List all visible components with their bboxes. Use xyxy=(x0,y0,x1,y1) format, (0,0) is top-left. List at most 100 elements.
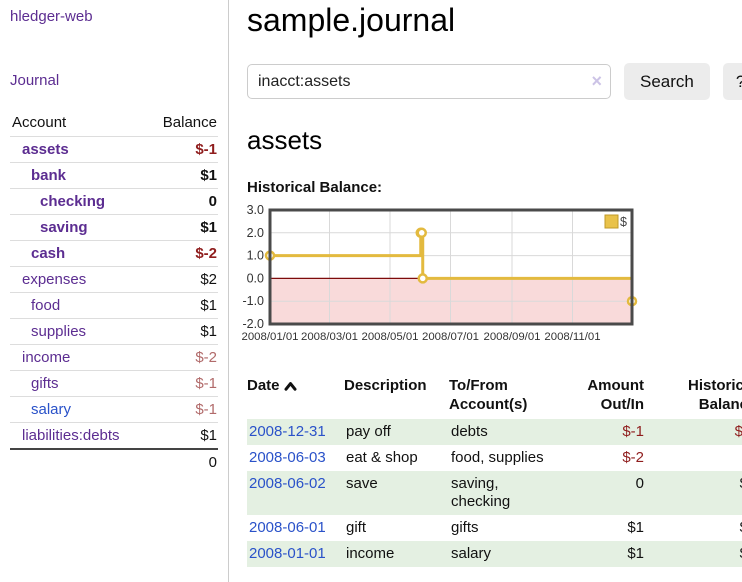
account-link[interactable]: expenses xyxy=(22,271,86,288)
account-balance: $-1 xyxy=(147,137,218,163)
app-window: hledger-web Journal Account Balance asse… xyxy=(0,0,742,582)
data-point-marker xyxy=(418,229,426,237)
register-header-4: Amount Out/In xyxy=(561,373,646,419)
accounts-total: 0 xyxy=(147,449,218,475)
account-row: bank $1 xyxy=(10,163,218,189)
register-date-link[interactable]: 2008-06-01 xyxy=(249,519,326,536)
account-balance: $1 xyxy=(147,215,218,241)
account-link[interactable]: supplies xyxy=(31,323,86,340)
register-accounts: salary xyxy=(449,541,561,567)
account-link[interactable]: gifts xyxy=(31,375,59,392)
account-balance: $-2 xyxy=(147,241,218,267)
register-header-5: Historical Balance xyxy=(646,373,742,419)
accounts-table-body: assets$-1bank$1checking0saving$1cash$-2e… xyxy=(10,137,218,450)
search-input[interactable] xyxy=(247,64,611,99)
account-link[interactable]: cash xyxy=(31,245,65,262)
register-accounts: debts xyxy=(449,419,561,445)
register-amount: $1 xyxy=(561,541,646,567)
account-link[interactable]: checking xyxy=(40,193,105,210)
register-balance: $-1 xyxy=(646,419,742,445)
account-link[interactable]: food xyxy=(31,297,60,314)
account-balance: $1 xyxy=(147,319,218,345)
account-link[interactable]: salary xyxy=(31,401,71,418)
brand-link[interactable]: hledger-web xyxy=(10,8,93,25)
accounts-table: Account Balance assets $-1 bank $1 checking 0… xyxy=(10,110,218,475)
register-row: 2008-12-31pay offdebts$-1$-1 xyxy=(247,419,742,445)
register-row: 2008-06-01giftgifts$1$2 xyxy=(247,515,742,541)
account-link[interactable]: liabilities:debts xyxy=(22,427,120,444)
account-balance: $1 xyxy=(147,163,218,189)
accounts-total-row: 0 xyxy=(10,449,218,475)
main-content: sample.journal × Search ? assets Histori… xyxy=(229,0,742,582)
search-button[interactable]: Search xyxy=(624,63,710,100)
register-row: 2008-06-02 savesaving, checking0$2 xyxy=(247,471,742,515)
accounts-total-spacer xyxy=(10,449,147,475)
register-accounts: gifts xyxy=(449,515,561,541)
x-tick-label: 2008/11/01 xyxy=(544,331,600,343)
y-tick-label: 3.0 xyxy=(247,203,264,217)
nav-journal: Journal xyxy=(10,72,218,89)
account-row: gifts $-1 xyxy=(10,371,218,397)
legend-swatch xyxy=(605,215,618,228)
balance-chart-svg: $3.02.01.00.0-1.0-2.02008/01/012008/03/0… xyxy=(238,203,640,353)
account-row: saving $1 xyxy=(10,215,218,241)
register-balance: $2 xyxy=(646,515,742,541)
sidebar: hledger-web Journal Account Balance asse… xyxy=(0,0,229,582)
account-balance: $1 xyxy=(147,423,218,450)
register-row: 2008-01-01incomesalary$1$1 xyxy=(247,541,742,567)
help-button[interactable]: ? xyxy=(723,63,742,100)
account-link[interactable]: bank xyxy=(31,167,66,184)
account-link[interactable]: assets xyxy=(22,141,69,158)
register-table: DateDescriptionTo/From Account(s)Amount … xyxy=(247,373,742,567)
register-accounts: saving, checking xyxy=(449,471,561,515)
account-balance: $-2 xyxy=(147,345,218,371)
account-row: expenses$2 xyxy=(10,267,218,293)
register-date-link[interactable]: 2008-01-01 xyxy=(249,545,326,562)
register-date-link[interactable]: 2008-06-03 xyxy=(249,449,326,466)
account-row: assets $-1 xyxy=(10,137,218,163)
account-row: liabilities:debts $1 xyxy=(10,423,218,450)
register-header-2: Description xyxy=(344,373,449,419)
x-tick-label: 2008/03/01 xyxy=(301,331,358,343)
register-header-1[interactable]: Date xyxy=(247,373,344,419)
clear-search-icon[interactable]: × xyxy=(591,70,602,92)
register-description: eat & shop xyxy=(344,445,449,471)
register-amount: $-2 xyxy=(561,445,646,471)
register-amount: $-1 xyxy=(561,419,646,445)
register-amount: 0 xyxy=(561,471,646,515)
register-description: pay off xyxy=(344,419,449,445)
register-header-row: DateDescriptionTo/From Account(s)Amount … xyxy=(247,373,742,419)
register-description: save xyxy=(344,471,449,515)
account-balance: 0 xyxy=(147,189,218,215)
account-balance: $1 xyxy=(147,293,218,319)
x-tick-label: 2008/07/01 xyxy=(422,331,479,343)
sort-asc-icon xyxy=(284,381,297,391)
data-point-marker xyxy=(419,274,427,282)
register-balance: $1 xyxy=(646,541,742,567)
page-title: sample.journal xyxy=(247,2,742,39)
brand: hledger-web xyxy=(10,8,218,25)
x-tick-label: 2008/09/01 xyxy=(483,331,540,343)
register-row: 2008-06-03eat & shopfood, supplies$-20 xyxy=(247,445,742,471)
accounts-header-row: Account Balance xyxy=(10,110,218,137)
account-balance: $-1 xyxy=(147,371,218,397)
account-balance: $-1 xyxy=(147,397,218,423)
register-date-link[interactable]: 2008-12-31 xyxy=(249,423,326,440)
y-tick-label: 0.0 xyxy=(247,271,264,285)
account-row: cash $-2 xyxy=(10,241,218,267)
x-tick-label: 2008/01/01 xyxy=(241,331,298,343)
register-balance: $2 xyxy=(646,471,742,515)
accounts-header-account: Account xyxy=(10,110,147,137)
account-row: salary $-1 xyxy=(10,397,218,423)
register-balance: 0 xyxy=(646,445,742,471)
account-link[interactable]: saving xyxy=(40,219,88,236)
account-link[interactable]: income xyxy=(22,349,70,366)
y-tick-label: -2.0 xyxy=(242,317,264,331)
search-box: × xyxy=(247,64,611,99)
register-date-link[interactable]: 2008-06-02 xyxy=(249,475,326,492)
y-tick-label: -1.0 xyxy=(242,294,264,308)
legend-label: $ xyxy=(620,215,627,229)
journal-link[interactable]: Journal xyxy=(10,72,59,89)
chart-title: Historical Balance: xyxy=(247,179,742,196)
balance-chart: $3.02.01.00.0-1.0-2.02008/01/012008/03/0… xyxy=(238,203,742,358)
